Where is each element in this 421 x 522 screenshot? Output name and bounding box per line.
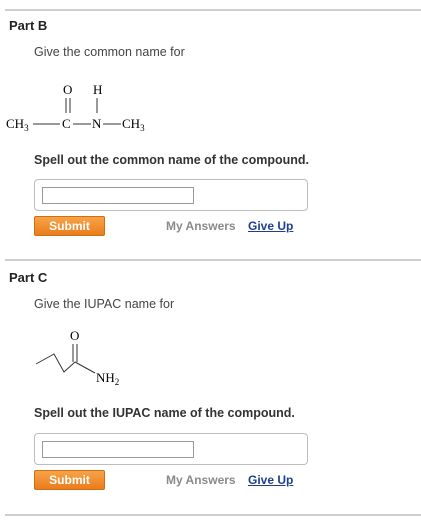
right-methyl-label: CH3 <box>122 116 145 133</box>
part-b-answer-box <box>34 179 308 211</box>
part-c-answer-input[interactable] <box>42 441 194 458</box>
bond-c-n <box>74 361 96 374</box>
part-b-title: Part B <box>9 18 48 33</box>
part-c-title: Part C <box>9 270 48 285</box>
part-c-submit-button[interactable]: Submit <box>34 470 105 490</box>
part-b-prompt: Give the common name for <box>34 45 185 59</box>
part-c-my-answers-link[interactable]: My Answers <box>166 473 236 487</box>
carbon-chain <box>35 353 76 373</box>
part-c-prompt: Give the IUPAC name for <box>34 297 175 311</box>
nitrogen-label: N <box>92 116 102 131</box>
left-methyl-label: CH3 <box>6 116 29 133</box>
part-b-give-up-link[interactable]: Give Up <box>248 219 293 233</box>
bottom-divider <box>5 514 421 516</box>
top-divider <box>5 9 421 11</box>
middle-divider <box>5 259 421 261</box>
part-c-instruction: Spell out the IUPAC name of the compound… <box>34 406 295 420</box>
part-c-structure: O NH2 <box>35 328 119 387</box>
amine-label: NH2 <box>96 370 119 387</box>
part-c-give-up-link[interactable]: Give Up <box>248 473 293 487</box>
part-b-submit-button[interactable]: Submit <box>34 216 105 236</box>
part-b-instruction: Spell out the common name of the compoun… <box>34 153 310 167</box>
structure-oxygen-label: O <box>63 82 72 97</box>
structure-hydrogen-label: H <box>93 82 102 97</box>
part-b-answer-input[interactable] <box>42 187 194 204</box>
structure-oxygen-label: O <box>70 328 79 343</box>
part-b-structure: O H CH3 C N CH3 <box>6 82 145 133</box>
part-b-my-answers-link[interactable]: My Answers <box>166 219 236 233</box>
carbonyl-carbon-label: C <box>62 116 71 131</box>
part-c-answer-box <box>34 433 308 465</box>
